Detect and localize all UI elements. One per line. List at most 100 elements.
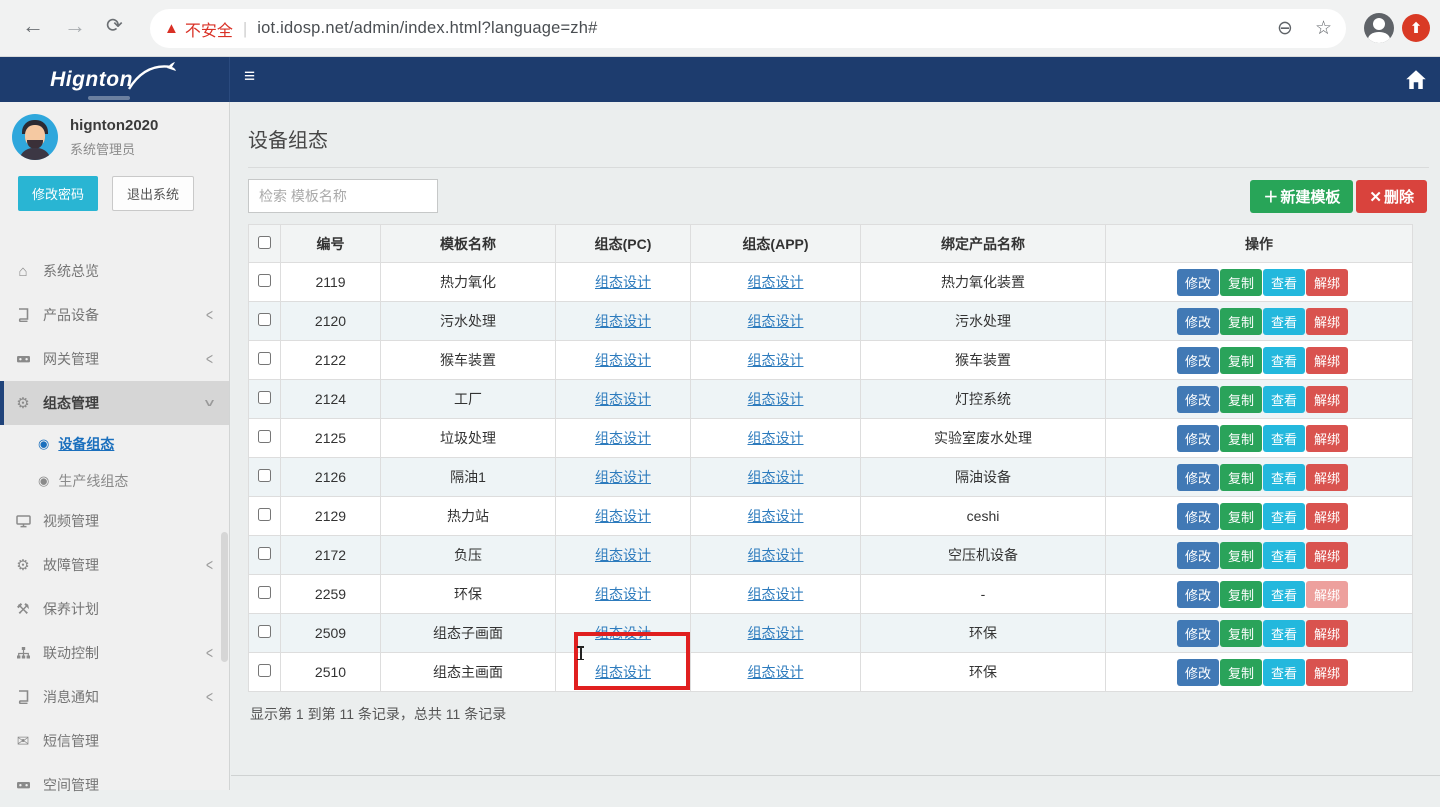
config-pc-link[interactable]: 组态设计: [595, 430, 651, 446]
sidebar-item-网关管理[interactable]: 网关管理<: [0, 337, 229, 381]
copy-button[interactable]: 复制: [1220, 503, 1262, 530]
config-app-link[interactable]: 组态设计: [748, 391, 804, 407]
brand-logo[interactable]: Hignton: [0, 57, 230, 102]
home-icon[interactable]: [1404, 68, 1428, 92]
sidebar-item-故障管理[interactable]: ⚙故障管理<: [0, 543, 229, 587]
sidebar-item-联动控制[interactable]: 联动控制<: [0, 631, 229, 675]
copy-button[interactable]: 复制: [1220, 659, 1262, 686]
browser-forward-icon[interactable]: →: [64, 13, 86, 39]
config-app-link[interactable]: 组态设计: [748, 469, 804, 485]
config-pc-link[interactable]: 组态设计: [595, 391, 651, 407]
new-template-button[interactable]: ＋新建模板: [1250, 180, 1353, 213]
browser-back-icon[interactable]: ←: [22, 13, 44, 39]
unbind-button[interactable]: 解绑: [1306, 425, 1348, 452]
unbind-button[interactable]: 解绑: [1306, 581, 1348, 608]
col-header-actions[interactable]: 操作: [1106, 225, 1413, 263]
config-pc-link[interactable]: 组态设计: [595, 625, 651, 641]
config-app-link[interactable]: 组态设计: [748, 430, 804, 446]
row-checkbox[interactable]: [258, 664, 271, 677]
user-avatar[interactable]: [12, 114, 58, 160]
config-app-link[interactable]: 组态设计: [748, 313, 804, 329]
config-pc-link[interactable]: 组态设计: [595, 508, 651, 524]
copy-button[interactable]: 复制: [1220, 269, 1262, 296]
row-checkbox[interactable]: [258, 547, 271, 560]
unbind-button[interactable]: 解绑: [1306, 269, 1348, 296]
sidebar-item-组态管理[interactable]: ⚙组态管理<: [0, 381, 229, 425]
row-checkbox[interactable]: [258, 625, 271, 638]
sidebar-item-视频管理[interactable]: 视频管理: [0, 499, 229, 543]
sidebar-subitem-设备组态[interactable]: ◉设备组态: [0, 425, 229, 462]
unbind-button[interactable]: 解绑: [1306, 386, 1348, 413]
sidebar-item-消息通知[interactable]: 消息通知<: [0, 675, 229, 719]
config-pc-link[interactable]: 组态设计: [595, 547, 651, 563]
unbind-button[interactable]: 解绑: [1306, 620, 1348, 647]
row-checkbox[interactable]: [258, 586, 271, 599]
edit-button[interactable]: 修改: [1177, 659, 1219, 686]
browser-update-icon[interactable]: ⬆: [1402, 14, 1430, 42]
select-all-checkbox[interactable]: [258, 236, 271, 249]
view-button[interactable]: 查看: [1263, 503, 1305, 530]
security-warning-label[interactable]: 不安全: [185, 17, 233, 41]
view-button[interactable]: 查看: [1263, 308, 1305, 335]
unbind-button[interactable]: 解绑: [1306, 659, 1348, 686]
row-checkbox[interactable]: [258, 274, 271, 287]
config-pc-link[interactable]: 组态设计: [595, 313, 651, 329]
sidebar-toggle-icon[interactable]: ≡: [244, 66, 255, 88]
view-button[interactable]: 查看: [1263, 269, 1305, 296]
zoom-out-icon[interactable]: ⊖: [1277, 17, 1293, 40]
copy-button[interactable]: 复制: [1220, 542, 1262, 569]
config-app-link[interactable]: 组态设计: [748, 625, 804, 641]
edit-button[interactable]: 修改: [1177, 425, 1219, 452]
sidebar-subitem-生产线组态[interactable]: ◉生产线组态: [0, 462, 229, 499]
config-pc-link[interactable]: 组态设计: [595, 352, 651, 368]
config-app-link[interactable]: 组态设计: [748, 586, 804, 602]
sidebar-item-空间管理[interactable]: 空间管理: [0, 763, 229, 807]
row-checkbox[interactable]: [258, 430, 271, 443]
search-input[interactable]: [248, 179, 438, 213]
sidebar-item-短信管理[interactable]: ✉短信管理: [0, 719, 229, 763]
unbind-button[interactable]: 解绑: [1306, 503, 1348, 530]
address-bar[interactable]: ▲ 不安全 | iot.idosp.net/admin/index.html?l…: [150, 9, 1346, 48]
unbind-button[interactable]: 解绑: [1306, 542, 1348, 569]
config-app-link[interactable]: 组态设计: [748, 352, 804, 368]
edit-button[interactable]: 修改: [1177, 620, 1219, 647]
unbind-button[interactable]: 解绑: [1306, 464, 1348, 491]
unbind-button[interactable]: 解绑: [1306, 347, 1348, 374]
bookmark-star-icon[interactable]: ☆: [1315, 17, 1332, 40]
view-button[interactable]: 查看: [1263, 581, 1305, 608]
col-header-id[interactable]: 编号: [281, 225, 381, 263]
unbind-button[interactable]: 解绑: [1306, 308, 1348, 335]
row-checkbox[interactable]: [258, 313, 271, 326]
security-warning-icon[interactable]: ▲: [164, 20, 179, 37]
logout-button[interactable]: 退出系统: [112, 176, 194, 211]
delete-button[interactable]: ✕删除: [1356, 180, 1427, 213]
view-button[interactable]: 查看: [1263, 542, 1305, 569]
config-pc-link[interactable]: 组态设计: [595, 664, 651, 680]
view-button[interactable]: 查看: [1263, 620, 1305, 647]
view-button[interactable]: 查看: [1263, 386, 1305, 413]
view-button[interactable]: 查看: [1263, 425, 1305, 452]
copy-button[interactable]: 复制: [1220, 425, 1262, 452]
copy-button[interactable]: 复制: [1220, 464, 1262, 491]
config-app-link[interactable]: 组态设计: [748, 547, 804, 563]
view-button[interactable]: 查看: [1263, 659, 1305, 686]
edit-button[interactable]: 修改: [1177, 464, 1219, 491]
sidebar-item-保养计划[interactable]: ⚒保养计划: [0, 587, 229, 631]
copy-button[interactable]: 复制: [1220, 620, 1262, 647]
config-app-link[interactable]: 组态设计: [748, 664, 804, 680]
config-pc-link[interactable]: 组态设计: [595, 274, 651, 290]
copy-button[interactable]: 复制: [1220, 581, 1262, 608]
edit-button[interactable]: 修改: [1177, 581, 1219, 608]
col-header-pc[interactable]: 组态(PC): [556, 225, 691, 263]
browser-reload-icon[interactable]: ⟳: [106, 13, 123, 38]
sidebar-item-产品设备[interactable]: 产品设备<: [0, 293, 229, 337]
view-button[interactable]: 查看: [1263, 347, 1305, 374]
change-password-button[interactable]: 修改密码: [18, 176, 98, 211]
copy-button[interactable]: 复制: [1220, 386, 1262, 413]
edit-button[interactable]: 修改: [1177, 269, 1219, 296]
config-app-link[interactable]: 组态设计: [748, 508, 804, 524]
copy-button[interactable]: 复制: [1220, 308, 1262, 335]
config-pc-link[interactable]: 组态设计: [595, 586, 651, 602]
copy-button[interactable]: 复制: [1220, 347, 1262, 374]
edit-button[interactable]: 修改: [1177, 542, 1219, 569]
